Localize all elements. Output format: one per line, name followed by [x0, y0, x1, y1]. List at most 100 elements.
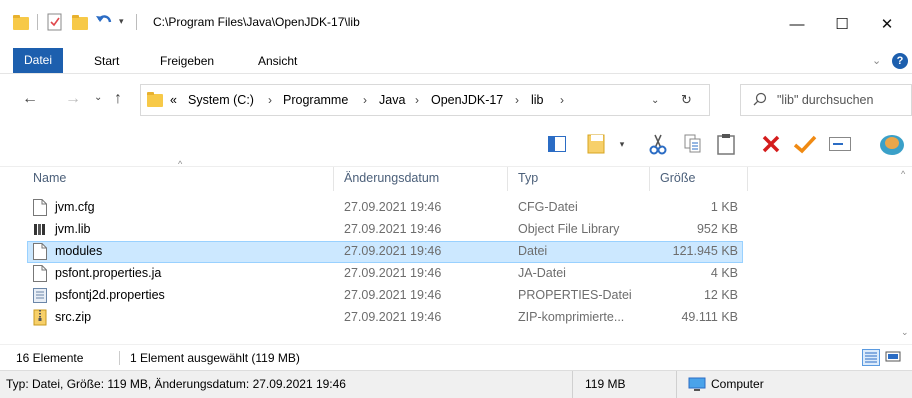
column-header-size[interactable]: Größe	[660, 171, 695, 185]
file-size: 121.945 KB	[672, 244, 738, 258]
file-icon	[33, 199, 47, 216]
column-separator[interactable]	[333, 167, 334, 191]
large-icons-view-icon[interactable]	[884, 349, 902, 366]
cut-icon[interactable]	[644, 130, 672, 158]
file-type: ZIP-komprimierte...	[518, 310, 625, 324]
breadcrumb-openjdk[interactable]: OpenJDK-17	[431, 93, 503, 107]
scroll-up-icon[interactable]: ^	[901, 169, 905, 179]
title-bar: ▾ C:\Program Files\Java\OpenJDK-17\lib —…	[0, 0, 912, 48]
column-header-date[interactable]: Änderungsdatum	[344, 171, 439, 185]
table-row[interactable]: jvm.cfg 27.09.2021 19:46 CFG-Datei 1 KB	[27, 197, 743, 219]
breadcrumb-chevron-icon[interactable]: ›	[515, 93, 519, 107]
paste-icon[interactable]	[712, 130, 740, 158]
preview-pane-icon[interactable]	[543, 130, 571, 158]
shell-icon[interactable]	[878, 130, 906, 158]
close-button[interactable]: ✕	[864, 0, 910, 48]
window-title: C:\Program Files\Java\OpenJDK-17\lib	[153, 15, 360, 29]
column-separator[interactable]	[747, 167, 748, 191]
breadcrumb-chevron-icon[interactable]: ›	[268, 93, 272, 107]
tab-start[interactable]: Start	[94, 48, 119, 74]
library-file-icon	[34, 224, 45, 235]
ribbon-tabs: Datei Start Freigeben Ansicht ⌄ ?	[0, 48, 912, 74]
toolbar: ▾	[0, 124, 912, 166]
file-type: Object File Library	[518, 222, 620, 236]
view-dropdown-icon[interactable]: ▾	[615, 130, 629, 158]
sort-chevron-icon: ^	[178, 159, 183, 169]
checkmark-icon[interactable]	[791, 130, 819, 158]
file-type: JA-Datei	[518, 266, 566, 280]
column-separator[interactable]	[649, 167, 650, 191]
address-bar[interactable]: « System (C:) › Programme › Java › OpenJ…	[140, 84, 710, 116]
details-status-bar: Typ: Datei, Größe: 119 MB, Änderungsdatu…	[0, 370, 912, 398]
separator	[572, 371, 573, 398]
up-button[interactable]: ↑	[114, 90, 122, 108]
minimize-button[interactable]: —	[774, 0, 820, 48]
scroll-down-icon[interactable]: ⌄	[901, 327, 909, 338]
file-date: 27.09.2021 19:46	[344, 200, 442, 214]
properties-check-icon[interactable]	[47, 13, 63, 34]
file-size: 952 KB	[696, 222, 738, 236]
details-text: Typ: Datei, Größe: 119 MB, Änderungsdatu…	[6, 377, 346, 391]
folder-view-icon[interactable]	[583, 130, 611, 158]
breadcrumb-system[interactable]: System (C:)	[188, 93, 254, 107]
delete-icon[interactable]	[757, 130, 785, 158]
refresh-icon[interactable]: ↻	[681, 92, 692, 108]
selection-size: 119 MB	[585, 377, 626, 391]
file-name: psfont.properties.ja	[55, 266, 162, 280]
separator	[676, 371, 677, 398]
table-row-selected[interactable]: modules 27.09.2021 19:46 Datei 121.945 K…	[27, 241, 743, 263]
file-date: 27.09.2021 19:46	[344, 222, 442, 236]
tab-freigeben[interactable]: Freigeben	[160, 48, 214, 74]
item-count: 16 Elemente	[16, 351, 84, 365]
table-row[interactable]: jvm.lib 27.09.2021 19:46 Object File Lib…	[27, 219, 743, 241]
column-header-type[interactable]: Typ	[518, 171, 538, 185]
file-type: Datei	[518, 244, 548, 258]
vertical-scrollbar[interactable]: ^ ⌄	[898, 167, 912, 345]
file-type: PROPERTIES-Datei	[518, 288, 632, 302]
file-size: 4 KB	[710, 266, 738, 280]
file-date: 27.09.2021 19:46	[344, 288, 442, 302]
file-date: 27.09.2021 19:46	[344, 244, 442, 258]
breadcrumb-java[interactable]: Java	[379, 93, 405, 107]
address-dropdown-icon[interactable]: ⌄	[651, 95, 659, 106]
file-date: 27.09.2021 19:46	[344, 266, 442, 280]
breadcrumb-chevron-icon[interactable]: ›	[560, 93, 564, 107]
undo-icon[interactable]	[95, 12, 113, 33]
back-button[interactable]: ←	[22, 90, 38, 108]
tab-ansicht[interactable]: Ansicht	[258, 48, 297, 74]
breadcrumb-overflow[interactable]: «	[170, 93, 177, 107]
forward-button[interactable]: →	[65, 90, 81, 108]
recent-locations-icon[interactable]: ⌄	[94, 92, 102, 103]
file-name: jvm.lib	[55, 222, 91, 236]
tab-datei[interactable]: Datei	[13, 48, 64, 73]
search-input[interactable]: "lib" durchsuchen	[777, 93, 873, 107]
breadcrumb-chevron-icon[interactable]: ›	[415, 93, 419, 107]
file-type: CFG-Datei	[518, 200, 578, 214]
navigation-bar: ← → ⌄ ↑ « System (C:) › Programme › Java…	[0, 80, 912, 120]
file-name: psfontj2d.properties	[55, 288, 165, 302]
column-separator[interactable]	[507, 167, 508, 191]
selection-info: 1 Element ausgewählt (119 MB)	[130, 351, 300, 365]
ribbon-expand-icon[interactable]: ⌄	[872, 48, 881, 74]
location-label: Computer	[711, 377, 764, 391]
separator	[37, 14, 38, 30]
file-icon	[33, 243, 47, 260]
help-icon[interactable]: ?	[892, 53, 908, 69]
table-row[interactable]: psfontj2d.properties 27.09.2021 19:46 PR…	[27, 285, 743, 307]
file-list: ^ Name Änderungsdatum Typ Größe jvm.cfg …	[0, 159, 912, 345]
file-size: 12 KB	[703, 288, 738, 302]
rename-icon[interactable]	[826, 130, 854, 158]
breadcrumb-chevron-icon[interactable]: ›	[363, 93, 367, 107]
details-view-icon[interactable]	[862, 349, 880, 366]
breadcrumb-lib[interactable]: lib	[531, 93, 544, 107]
copy-icon[interactable]	[679, 130, 707, 158]
maximize-button[interactable]: ☐	[819, 0, 865, 48]
table-row[interactable]: src.zip 27.09.2021 19:46 ZIP-komprimiert…	[27, 307, 743, 329]
file-name: jvm.cfg	[55, 200, 95, 214]
table-row[interactable]: psfont.properties.ja 27.09.2021 19:46 JA…	[27, 263, 743, 285]
breadcrumb-programme[interactable]: Programme	[283, 93, 348, 107]
file-size: 1 KB	[710, 200, 738, 214]
search-box[interactable]: "lib" durchsuchen	[740, 84, 912, 116]
column-header-name[interactable]: Name	[33, 171, 66, 185]
quick-access-dropdown-icon[interactable]: ▾	[119, 16, 124, 27]
